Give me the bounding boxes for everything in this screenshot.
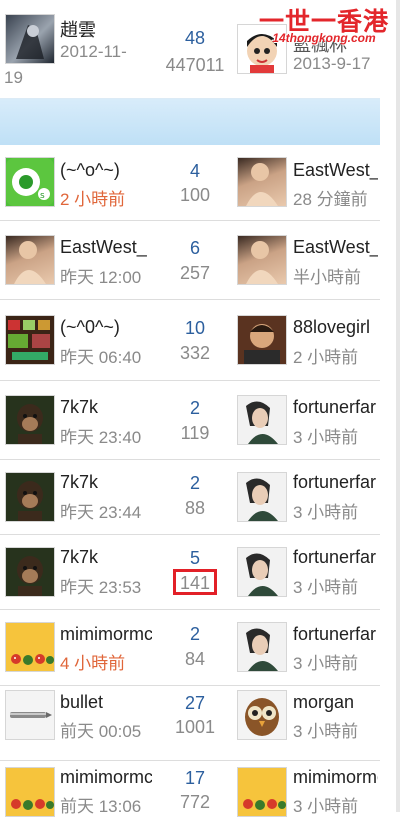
last-poster-name[interactable]: 88lovegirl xyxy=(293,317,378,338)
last-poster-name[interactable]: fortunerfar xyxy=(293,624,378,645)
view-count: 88 xyxy=(184,498,206,518)
svg-text:s: s xyxy=(40,191,45,201)
last-poster-avatar[interactable] xyxy=(237,622,287,672)
last-poster-avatar[interactable] xyxy=(237,235,287,285)
thread-row[interactable]: bullet 前天 00:05 27 1001 morgan 3 小時前 xyxy=(0,686,380,761)
post-time: 4 小時前 xyxy=(60,654,126,673)
last-poster-name[interactable]: morgan xyxy=(293,692,378,713)
author-name[interactable]: bullet xyxy=(60,692,160,713)
author-name[interactable]: EastWest_ xyxy=(60,237,160,258)
reply-count: 17 xyxy=(184,768,206,788)
last-poster-name[interactable]: fortunerfar xyxy=(293,397,378,418)
author-avatar[interactable] xyxy=(5,395,55,445)
last-post-time: 28 分鐘前 xyxy=(293,190,368,209)
thread-row[interactable]: mimimormc 4 小時前 2 84 fortunerfar 3 小時前 xyxy=(0,610,380,686)
author-name[interactable]: mimimormc xyxy=(60,624,152,645)
last-post-time: 半小時前 xyxy=(293,268,361,287)
post-time: 昨天 12:00 xyxy=(60,268,142,287)
author-avatar[interactable] xyxy=(5,622,55,672)
reply-count: 2 xyxy=(189,624,200,644)
last-poster-name[interactable]: mimimormc xyxy=(293,767,378,788)
author-avatar[interactable] xyxy=(5,235,55,285)
reply-count: 5 xyxy=(189,548,200,568)
author-avatar[interactable] xyxy=(5,315,55,365)
reply-count: 2 xyxy=(189,398,200,418)
last-post-time: 3 小時前 xyxy=(293,654,359,673)
reply-count: 4 xyxy=(189,161,200,181)
author-name[interactable]: (~^o^~) xyxy=(60,160,160,181)
reply-count: 6 xyxy=(189,238,200,258)
author-name[interactable]: 趙雲 xyxy=(60,16,160,42)
last-poster-avatar[interactable] xyxy=(237,315,287,365)
post-time: 昨天 23:44 xyxy=(60,503,142,522)
last-post-time: 3 小時前 xyxy=(293,722,359,741)
last-post-time: 3 小時前 xyxy=(293,578,359,597)
last-poster-name[interactable]: EastWest_ xyxy=(293,237,378,258)
site-watermark-logo: 一世一香港 14thongkong.com xyxy=(250,2,398,48)
highlight-box xyxy=(173,569,217,595)
author-avatar[interactable]: s xyxy=(5,157,55,207)
last-poster-avatar[interactable] xyxy=(237,547,287,597)
view-count: 772 xyxy=(179,792,211,812)
scroll-edge xyxy=(396,0,400,812)
last-poster-avatar[interactable] xyxy=(237,690,287,740)
author-avatar[interactable] xyxy=(5,767,55,817)
section-divider xyxy=(0,98,380,146)
last-poster-name[interactable]: EastWest_ xyxy=(293,160,378,181)
post-time-line1: 2012-11- xyxy=(60,42,127,61)
view-count: 119 xyxy=(180,423,210,443)
last-poster-avatar[interactable] xyxy=(237,395,287,445)
last-poster-avatar[interactable] xyxy=(237,157,287,207)
post-time: 前天 00:05 xyxy=(60,722,142,741)
last-post-time: 3 小時前 xyxy=(293,503,359,522)
thread-row[interactable]: EastWest_ 昨天 12:00 6 257 EastWest_ 半小時前 xyxy=(0,221,380,300)
reply-count: 2 xyxy=(189,473,200,493)
view-count: 447011 xyxy=(165,55,225,75)
last-post-time: 3 小時前 xyxy=(293,797,359,816)
view-count: 84 xyxy=(184,649,206,669)
author-name[interactable]: 7k7k xyxy=(60,547,160,568)
thread-row[interactable]: s (~^o^~) 2 小時前 4 100 EastWest_ 28 分鐘前 xyxy=(0,145,380,221)
author-name[interactable]: 7k7k xyxy=(60,397,160,418)
author-avatar[interactable] xyxy=(5,14,55,64)
view-count: 332 xyxy=(179,343,211,363)
post-time: 昨天 23:40 xyxy=(60,428,142,447)
thread-list-page: 趙雲 2012-11- 19 48 447011 藍楓林 2013-9-17 一… xyxy=(0,0,400,817)
reply-count: 48 xyxy=(184,28,206,48)
thread-row[interactable]: 7k7k 昨天 23:44 2 88 fortunerfar 3 小時前 xyxy=(0,460,380,535)
view-count: 257 xyxy=(179,263,211,283)
reply-count: 27 xyxy=(184,693,206,713)
last-poster-name[interactable]: fortunerfar xyxy=(293,547,378,568)
author-name[interactable]: 7k7k xyxy=(60,472,160,493)
post-time: 昨天 23:53 xyxy=(60,578,142,597)
thread-row[interactable]: 7k7k 昨天 23:53 5 141 fortunerfar 3 小時前 xyxy=(0,535,380,610)
author-avatar[interactable] xyxy=(5,547,55,597)
post-time: 前天 13:06 xyxy=(60,797,142,816)
view-count: 100 xyxy=(179,185,211,205)
last-post-time: 2013-9-17 xyxy=(293,54,371,73)
watermark-subtitle: 14thongkong.com xyxy=(272,31,376,45)
thread-row[interactable]: (~^0^~) 昨天 06:40 10 332 88lovegirl 2 小時前 xyxy=(0,300,380,381)
author-name[interactable]: (~^0^~) xyxy=(60,317,160,338)
last-poster-avatar[interactable] xyxy=(237,767,287,817)
thread-row[interactable]: 7k7k 昨天 23:40 2 119 fortunerfar 3 小時前 xyxy=(0,381,380,460)
post-time: 2 小時前 xyxy=(60,190,126,209)
author-avatar[interactable] xyxy=(5,472,55,522)
last-poster-avatar[interactable] xyxy=(237,472,287,522)
author-name[interactable]: mimimormc xyxy=(60,767,152,788)
view-count: 1001 xyxy=(174,717,216,737)
last-poster-name[interactable]: fortunerfar xyxy=(293,472,378,493)
last-post-time: 2 小時前 xyxy=(293,348,359,367)
last-post-time: 3 小時前 xyxy=(293,428,359,447)
post-time-line2: 19 xyxy=(4,68,23,87)
author-avatar[interactable] xyxy=(5,690,55,740)
thread-row[interactable]: mimimormc 前天 13:06 17 772 mimimormc 3 小時… xyxy=(0,761,380,817)
post-time: 昨天 06:40 xyxy=(60,348,142,367)
reply-count: 10 xyxy=(184,318,206,338)
